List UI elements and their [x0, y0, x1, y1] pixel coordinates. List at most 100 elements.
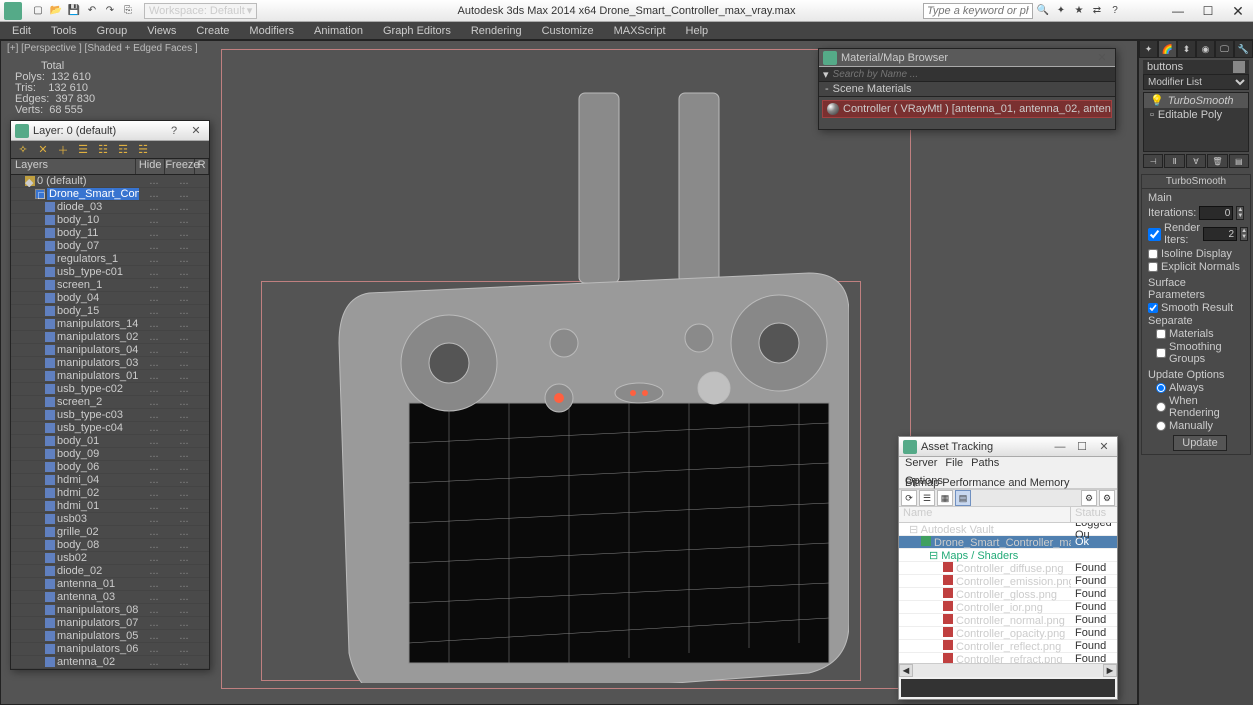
layer-item[interactable]: manipulators_05......: [11, 630, 209, 643]
layer-item[interactable]: antenna_03......: [11, 591, 209, 604]
layer-item[interactable]: manipulators_08......: [11, 604, 209, 617]
layer-item[interactable]: usb02......: [11, 552, 209, 565]
modifier-editable-poly[interactable]: ▫Editable Poly: [1144, 108, 1248, 122]
layer-item[interactable]: screen_1......: [11, 279, 209, 292]
asset-tree-icon[interactable]: ☰: [919, 490, 935, 506]
asset-col-status[interactable]: Status: [1071, 507, 1117, 522]
layer-item[interactable]: body_11......: [11, 227, 209, 240]
maximize-button[interactable]: ☐: [1193, 0, 1223, 22]
object-name-field[interactable]: buttons: [1147, 61, 1183, 73]
tab-hierarchy-icon[interactable]: ⬍: [1177, 40, 1196, 58]
col-layers[interactable]: Layers: [11, 159, 136, 174]
layer-item[interactable]: body_07......: [11, 240, 209, 253]
layer-item[interactable]: usb_type-c01......: [11, 266, 209, 279]
tab-modify-icon[interactable]: 🌈: [1158, 40, 1177, 58]
minimize-button[interactable]: —: [1163, 0, 1193, 22]
asset-maximize-icon[interactable]: ☐: [1073, 440, 1091, 453]
checkbox-isoline[interactable]: [1148, 249, 1158, 259]
app-icon[interactable]: [4, 2, 22, 20]
layer-item[interactable]: antenna_02......: [11, 656, 209, 669]
pin-stack-icon[interactable]: ⊣: [1143, 154, 1163, 168]
layer-item[interactable]: body_15......: [11, 305, 209, 318]
asset-refresh-icon[interactable]: ⟳: [901, 490, 917, 506]
layer-item[interactable]: manipulators_14......: [11, 318, 209, 331]
layer-add-sel-icon[interactable]: ＋: [55, 143, 71, 157]
col-render[interactable]: R: [195, 159, 209, 174]
checkbox-smooth-result[interactable]: [1148, 303, 1158, 313]
layer-item[interactable]: hdmi_02......: [11, 487, 209, 500]
modifier-list-dropdown[interactable]: Modifier List: [1143, 74, 1249, 90]
layer-item[interactable]: manipulators_03......: [11, 357, 209, 370]
asset-scrollbar[interactable]: ◄►: [899, 663, 1117, 677]
asset-item[interactable]: ⊟ Autodesk VaultLogged Ou: [899, 523, 1117, 536]
menu-graph-editors[interactable]: Graph Editors: [375, 25, 459, 37]
asset-opt2-icon[interactable]: ⚙: [1099, 490, 1115, 506]
asset-item[interactable]: Controller_reflect.pngFound: [899, 640, 1117, 653]
menu-edit[interactable]: Edit: [4, 25, 39, 37]
asset-menu-options[interactable]: Options: [905, 475, 943, 487]
menu-create[interactable]: Create: [188, 25, 237, 37]
menu-tools[interactable]: Tools: [43, 25, 85, 37]
menu-modifiers[interactable]: Modifiers: [241, 25, 302, 37]
layer-item[interactable]: body_01......: [11, 435, 209, 448]
asset-item[interactable]: Controller_opacity.pngFound: [899, 627, 1117, 640]
qat-open-icon[interactable]: 📂: [48, 3, 64, 19]
asset-item[interactable]: Controller_gloss.pngFound: [899, 588, 1117, 601]
matbrowser-close-icon[interactable]: ✕: [1093, 51, 1111, 64]
layer-new-icon[interactable]: ✧: [15, 143, 31, 157]
asset-list-icon[interactable]: ▤: [955, 490, 971, 506]
asset-close-icon[interactable]: ✕: [1095, 440, 1113, 453]
asset-item[interactable]: Drone_Smart_Controller_max_vray.maxOk: [899, 536, 1117, 549]
layer-freeze-icon[interactable]: ☵: [135, 143, 151, 157]
asset-opt1-icon[interactable]: ⚙: [1081, 490, 1097, 506]
qat-undo-icon[interactable]: ↶: [84, 3, 100, 19]
layer-select-icon[interactable]: ☰: [75, 143, 91, 157]
layer-item[interactable]: diode_03......: [11, 201, 209, 214]
configure-sets-icon[interactable]: ▤: [1229, 154, 1249, 168]
layer-item[interactable]: regulators_1......: [11, 253, 209, 266]
search-input[interactable]: [923, 3, 1033, 19]
checkbox-icon[interactable]: □: [35, 189, 45, 199]
checkbox-render-iters[interactable]: [1148, 228, 1161, 241]
viewport-label[interactable]: [+] [Perspective ] [Shaded + Edged Faces…: [7, 43, 198, 54]
asset-menu-paths[interactable]: Paths: [971, 457, 999, 469]
checkbox-materials[interactable]: [1156, 329, 1166, 339]
update-button[interactable]: Update: [1173, 435, 1226, 451]
close-button[interactable]: ✕: [1223, 0, 1253, 22]
asset-item[interactable]: Controller_normal.pngFound: [899, 614, 1117, 627]
expand-icon[interactable]: ▫: [1150, 109, 1154, 121]
asset-item[interactable]: Controller_refract.pngFound: [899, 653, 1117, 663]
search-icon[interactable]: 🔍: [1035, 3, 1051, 19]
exchange-icon[interactable]: ⇄: [1089, 3, 1105, 19]
tab-utilities-icon[interactable]: 🔧: [1234, 40, 1253, 58]
layer-item[interactable]: body_08......: [11, 539, 209, 552]
layer-item[interactable]: manipulators_02......: [11, 331, 209, 344]
material-item[interactable]: Controller ( VRayMtl ) [antenna_01, ante…: [822, 100, 1112, 118]
layer-highlight-icon[interactable]: ☷: [95, 143, 111, 157]
layer-item[interactable]: grille_02......: [11, 526, 209, 539]
make-unique-icon[interactable]: ∀: [1186, 154, 1206, 168]
layer-item[interactable]: hdmi_04......: [11, 474, 209, 487]
menu-customize[interactable]: Customize: [534, 25, 602, 37]
layer-panel-help-icon[interactable]: ?: [165, 125, 183, 137]
comm-center-icon[interactable]: ✦: [1053, 3, 1069, 19]
menu-rendering[interactable]: Rendering: [463, 25, 530, 37]
layer-panel-close-icon[interactable]: ✕: [187, 124, 205, 137]
radio-when-rendering[interactable]: [1156, 402, 1166, 412]
spinner-render-iters[interactable]: ▲▼: [1240, 227, 1248, 241]
menu-views[interactable]: Views: [139, 25, 184, 37]
tab-display-icon[interactable]: 🖵: [1215, 40, 1234, 58]
menu-maxscript[interactable]: MAXScript: [606, 25, 674, 37]
layer-item[interactable]: body_10......: [11, 214, 209, 227]
layer-delete-icon[interactable]: ✕: [35, 143, 51, 157]
asset-item[interactable]: ⊟ Maps / Shaders: [899, 549, 1117, 562]
menu-group[interactable]: Group: [89, 25, 136, 37]
chevron-down-icon[interactable]: ▾: [823, 68, 829, 81]
layer-item[interactable]: antenna_01......: [11, 578, 209, 591]
asset-table-icon[interactable]: ▦: [937, 490, 953, 506]
qat-new-icon[interactable]: ▢: [30, 3, 46, 19]
help-icon[interactable]: ?: [1107, 3, 1123, 19]
checkbox-smoothing-groups[interactable]: [1156, 348, 1166, 358]
object-color-swatch[interactable]: [1233, 61, 1245, 73]
layer-item[interactable]: manipulators_01......: [11, 370, 209, 383]
